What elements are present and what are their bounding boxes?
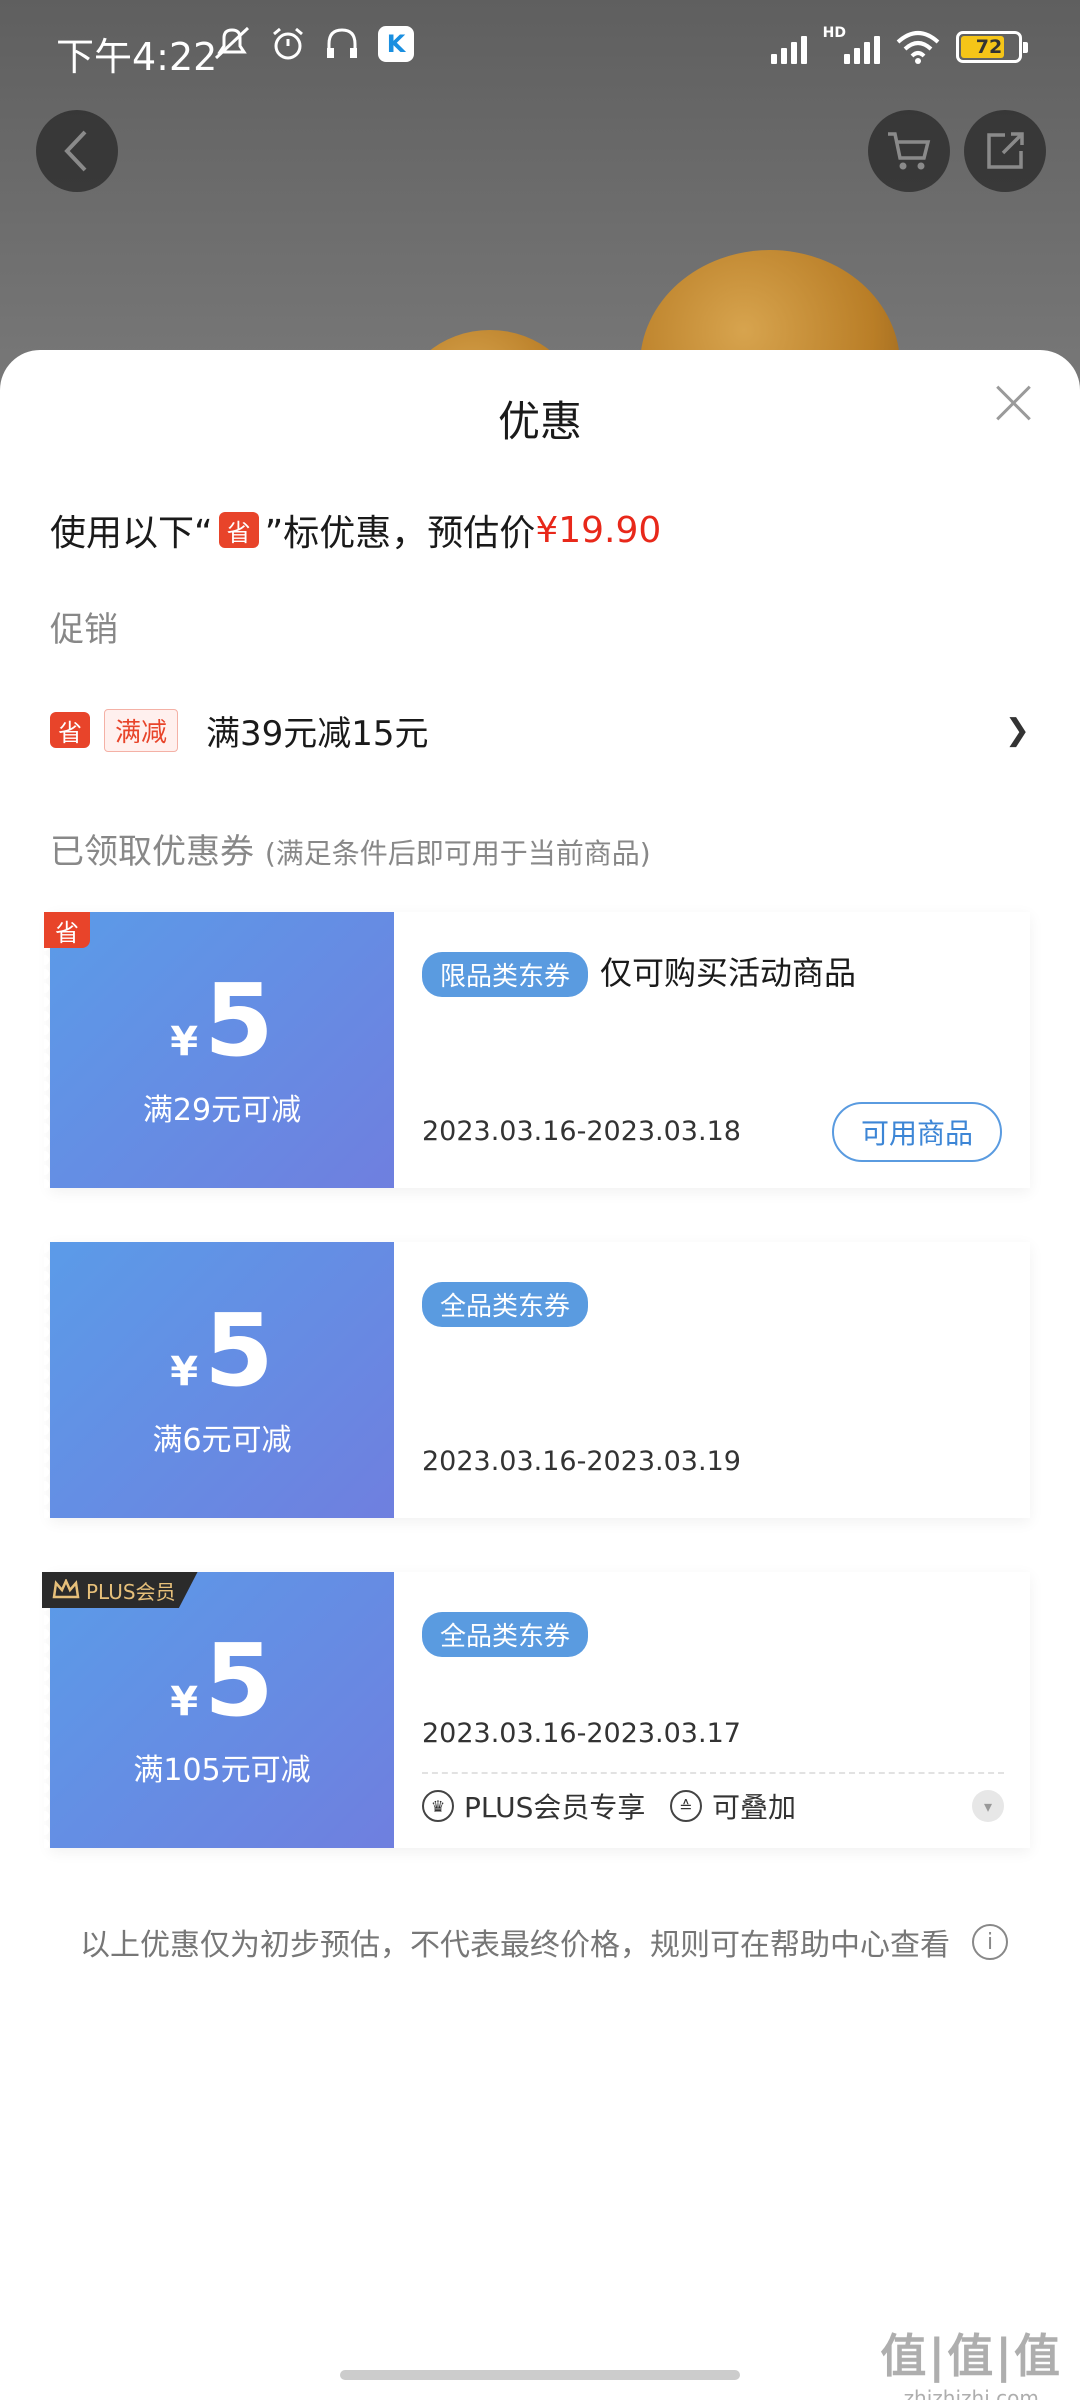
coupons-note: (满足条件后即可用于当前商品) bbox=[264, 837, 651, 870]
expand-chevron-icon[interactable]: ▾ bbox=[972, 1790, 1004, 1822]
watermark-url: zhizhizhi.com bbox=[903, 2386, 1039, 2400]
watermark: 值|值|值 zhizhizhi.com bbox=[880, 2320, 1062, 2400]
coupon-date: 2023.03.16-2023.03.19 bbox=[422, 1446, 741, 1477]
coupons-section-label: 已领取优惠券 (满足条件后即可用于当前商品) bbox=[50, 824, 651, 873]
coupon-amount-number: 5 bbox=[204, 1292, 274, 1409]
feature-label: PLUS会员专享 bbox=[464, 1791, 646, 1824]
info-icon[interactable]: i bbox=[972, 1924, 1008, 1960]
estimate-price: ¥19.90 bbox=[535, 509, 662, 551]
cart-button[interactable] bbox=[868, 110, 950, 192]
coupon-date: 2023.03.16-2023.03.18 bbox=[422, 1116, 741, 1147]
feature-label: 可叠加 bbox=[712, 1791, 797, 1824]
coupon-amount: ¥ 5 bbox=[170, 971, 273, 1071]
status-right: HD 72 bbox=[770, 25, 1028, 64]
plus-member-badge: PLUS会员 bbox=[42, 1572, 198, 1608]
currency-symbol: ¥ bbox=[170, 1349, 199, 1395]
crown-icon: ♛ bbox=[422, 1790, 454, 1822]
watermark-logo: 值|值|值 bbox=[880, 2329, 1062, 2383]
estimate-line: 使用以下“ 省 ”标优惠，预估价 ¥19.90 bbox=[50, 504, 661, 556]
coupon-type-pill: 全品类东券 bbox=[422, 1612, 589, 1657]
cart-icon bbox=[888, 132, 931, 170]
coupon-amount: ¥ 5 bbox=[170, 1631, 273, 1731]
coupon-value: ¥ 5 满29元可减 bbox=[44, 912, 394, 1188]
app-k-icon: K bbox=[378, 26, 414, 62]
coupon-value: ¥ 5 满105元可减 bbox=[44, 1572, 394, 1848]
coupon-card: ¥ 5 满29元可减 省 限品类东券 仅可购买活动商品 2023.03.16-2… bbox=[44, 912, 1030, 1188]
coupon-amount-number: 5 bbox=[204, 1622, 274, 1739]
headphone-icon bbox=[324, 26, 360, 71]
coupon-type-pill: 限品类东券 bbox=[422, 952, 589, 997]
signal-icon bbox=[770, 30, 807, 64]
chevron-right-icon: ❯ bbox=[1004, 712, 1030, 748]
discount-sheet: 优惠 使用以下“ 省 ”标优惠，预估价 ¥19.90 促销 省 满减 满39元减… bbox=[0, 350, 1080, 2400]
currency-symbol: ¥ bbox=[170, 1019, 199, 1065]
coupon-description: 仅可购买活动商品 bbox=[600, 954, 857, 992]
coupon-details: 限品类东券 仅可购买活动商品 2023.03.16-2023.03.18 可用商… bbox=[394, 912, 1030, 1188]
coupon-amount-number: 5 bbox=[204, 962, 274, 1079]
coupon-condition: 满6元可减 bbox=[152, 1423, 292, 1458]
coupon-condition: 满29元可减 bbox=[142, 1093, 302, 1128]
promo-text: 满39元减15元 bbox=[206, 713, 429, 754]
signal-icon bbox=[844, 30, 880, 64]
sheng-corner-badge: 省 bbox=[44, 912, 90, 948]
promo-section-label: 促销 bbox=[50, 610, 118, 650]
mute-icon bbox=[212, 26, 252, 71]
battery-icon: 72 bbox=[956, 31, 1028, 63]
coupon-card: ¥ 5 满6元可减 全品类东券 2023.03.16-2023.03.19 bbox=[44, 1242, 1030, 1518]
share-button[interactable] bbox=[964, 110, 1046, 192]
coupon-value: ¥ 5 满6元可减 bbox=[44, 1242, 394, 1518]
stack-icon: ≙ bbox=[670, 1790, 702, 1822]
back-button[interactable] bbox=[36, 110, 118, 192]
status-icons: K bbox=[212, 26, 414, 71]
disclaimer: 以上优惠仅为初步预估，不代表最终价格，规则可在帮助中心查看 i bbox=[80, 1920, 1008, 1964]
currency-symbol: ¥ bbox=[170, 1679, 199, 1725]
coupon-details: 全品类东券 2023.03.16-2023.03.17 ♛ PLUS会员专享 ≙… bbox=[394, 1572, 1030, 1848]
divider bbox=[422, 1772, 1004, 1774]
coupon-card: ¥ 5 满105元可减 PLUS会员 全品类东券 2023.03.16-2023… bbox=[42, 1572, 1030, 1848]
promo-tag: 满减 bbox=[104, 708, 179, 752]
promo-row[interactable]: 省 满减 满39元减15元 ❯ bbox=[50, 706, 1030, 754]
stackable-feature: ≙ 可叠加 bbox=[670, 1786, 796, 1826]
coupon-date: 2023.03.16-2023.03.17 bbox=[422, 1718, 741, 1749]
status-bar: 下午4:22 K HD 72 bbox=[0, 0, 1080, 100]
eligible-goods-button[interactable]: 可用商品 bbox=[832, 1102, 1002, 1162]
disclaimer-text: 以上优惠仅为初步预估，不代表最终价格，规则可在帮助中心查看 bbox=[80, 1928, 950, 1963]
chevron-left-icon bbox=[64, 130, 87, 172]
share-icon bbox=[987, 132, 1024, 169]
estimate-prefix: 使用以下“ bbox=[50, 513, 213, 554]
crown-icon bbox=[52, 1579, 80, 1599]
wifi-icon bbox=[896, 30, 940, 64]
coupons-label: 已领取优惠券 bbox=[50, 832, 254, 872]
plus-member-label: PLUS会员 bbox=[86, 1579, 176, 1604]
plus-exclusive-feature: ♛ PLUS会员专享 bbox=[422, 1786, 645, 1826]
coupon-type-pill: 全品类东券 bbox=[422, 1282, 589, 1327]
sheet-title: 优惠 bbox=[497, 397, 582, 446]
estimate-suffix: ”标优惠，预估价 bbox=[264, 513, 536, 554]
sheng-badge: 省 bbox=[218, 512, 259, 548]
alarm-icon bbox=[270, 26, 306, 71]
close-button[interactable] bbox=[990, 380, 1036, 426]
battery-level: 72 bbox=[975, 36, 1003, 58]
coupon-details: 全品类东券 2023.03.16-2023.03.19 bbox=[394, 1242, 1030, 1518]
home-indicator[interactable] bbox=[340, 2370, 740, 2380]
coupon-condition: 满105元可减 bbox=[133, 1753, 311, 1788]
status-time: 下午4:22 bbox=[56, 35, 218, 79]
sheng-badge: 省 bbox=[50, 712, 90, 748]
network-type: HD bbox=[822, 25, 846, 41]
coupon-amount: ¥ 5 bbox=[170, 1301, 273, 1401]
